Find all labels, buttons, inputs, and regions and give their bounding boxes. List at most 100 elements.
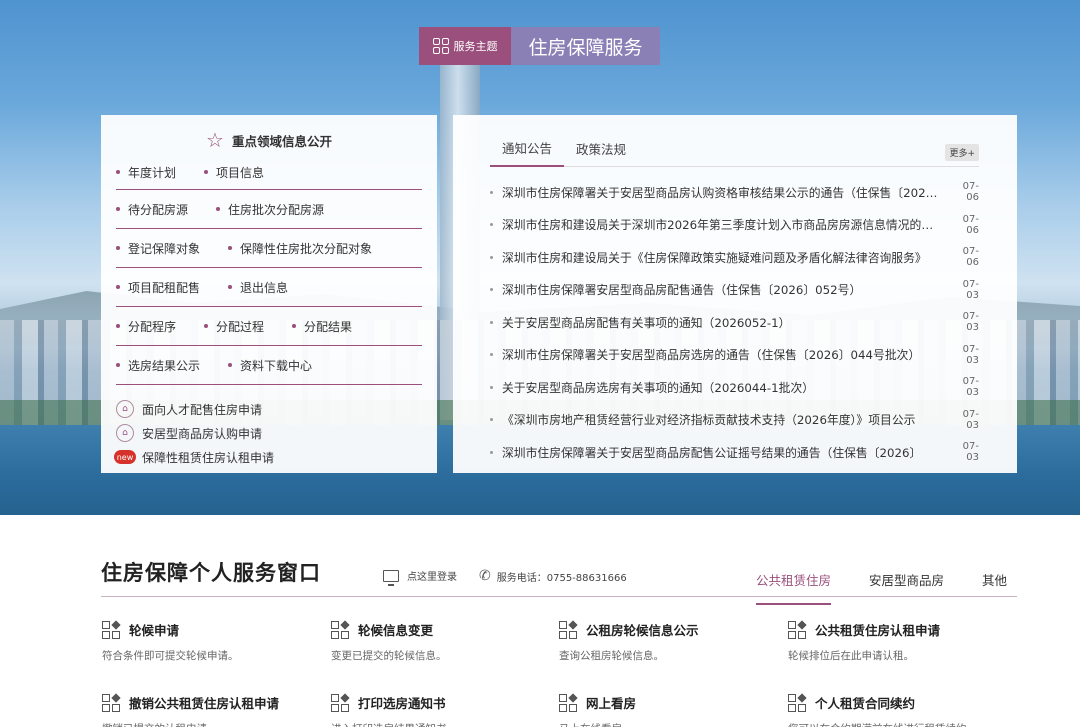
login-text: 点这里登录: [407, 572, 457, 583]
service-item-title: 撤销公共租赁住房认租申请: [129, 696, 280, 711]
grid-icon: [432, 38, 449, 54]
notice-date: 07-06: [962, 213, 979, 236]
service-item-heading: 打印选房通知书: [331, 692, 531, 712]
service-item[interactable]: 个人租赁合同续约您可以在合约期满前在线进行租赁续约。: [788, 692, 988, 727]
service-item-desc: 撤销已提交的认租申请。: [102, 721, 302, 727]
apps-icon: [102, 692, 121, 712]
service-item-desc: 马上在线看房。: [559, 721, 759, 727]
notice-tabs: 通知公告 政策法规 更多+: [490, 115, 979, 167]
service-item-heading: 个人租赁合同续约: [788, 692, 988, 712]
key-info-link-text: 住房批次分配房源: [228, 202, 325, 217]
tab-notices[interactable]: 通知公告: [490, 138, 565, 167]
notice-title: 《深圳市房地产租赁经营行业对经济指标贡献技术支持（2026年度）》项目公示: [502, 413, 916, 428]
notice-item[interactable]: 关于安居型商品房选房有关事项的通知（2026044-1批次） 07-03: [490, 371, 979, 404]
notice-title: 深圳市住房和建设局关于深圳市2026年第三季度计划入市商品房房源信息情况的公示: [502, 218, 945, 233]
notice-item[interactable]: 《深圳市房地产租赁经营行业对经济指标贡献技术支持（2026年度）》项目公示 07-…: [490, 404, 979, 437]
key-info-link-text: 选房结果公示: [128, 358, 201, 373]
key-info-link-text: 分配程序: [128, 319, 177, 334]
bullet-icon: [204, 170, 209, 174]
service-item[interactable]: 公租房轮候信息公示 查询公租房轮候信息。: [559, 619, 759, 663]
monitor-icon: [383, 569, 399, 586]
notice-item[interactable]: 深圳市住房和建设局关于深圳市2026年第三季度计划入市商品房房源信息情况的公示 0…: [490, 209, 979, 242]
service-item[interactable]: 网上看房马上在线看房。: [559, 692, 759, 727]
notice-date: 07-03: [962, 376, 979, 399]
key-info-link-text: 分配过程: [216, 319, 265, 334]
key-info-link[interactable]: 退出信息: [228, 279, 288, 296]
key-info-row: 选房结果公示 资料下载中心: [116, 346, 422, 385]
service-item-title: 个人租赁合同续约: [815, 696, 916, 711]
notice-title: 深圳市住房保障署安居型商品房配售通告（住保售〔2026〕052号）: [502, 283, 862, 298]
service-item-heading: 公租房轮候信息公示: [559, 619, 759, 639]
key-info-link[interactable]: 项目配租配售: [116, 279, 200, 296]
bullet-icon: [228, 285, 233, 289]
key-info-title: ☆ 重点领域信息公开: [116, 129, 422, 151]
service-item[interactable]: 轮候信息变更 变更已提交的轮候信息。: [331, 619, 531, 663]
key-info-link-text: 保障性住房批次分配对象: [240, 241, 373, 256]
key-info-link-text: 登记保障对象: [128, 241, 201, 256]
more-button[interactable]: 更多+: [945, 144, 979, 161]
service-item[interactable]: 打印选房通知书进入打印选房结果通知书。: [331, 692, 531, 727]
key-info-link[interactable]: 分配结果: [292, 318, 352, 335]
key-info-link[interactable]: 分配程序: [116, 318, 176, 335]
key-info-link[interactable]: 项目信息: [204, 164, 264, 181]
bullet-icon: [116, 363, 120, 367]
key-info-link-text: 资料下载中心: [240, 358, 313, 373]
service-header: 住房保障个人服务窗口 点这里登录 ✆ 服务电话：0755-88631666 公共…: [101, 553, 1017, 605]
notice-item[interactable]: 深圳市住房和建设局关于《住房保障政策实施疑难问题及矛盾化解法律咨询服务》 07-0…: [490, 241, 979, 274]
bullet-icon: [228, 246, 233, 250]
apps-icon: [331, 619, 350, 639]
bullet-icon: [490, 450, 493, 454]
service-phone: ✆ 服务电话：0755-88631666: [479, 568, 627, 584]
service-item-heading: 轮候信息变更: [331, 619, 531, 639]
service-item[interactable]: 轮候申请符合条件即可提交轮候申请。: [102, 619, 302, 663]
service-item[interactable]: 公共租赁住房认租申请 轮候排位后在此申请认租。: [788, 619, 988, 663]
notice-item[interactable]: 关于安居型商品房配售有关事项的通知（2026052-1） 07-03: [490, 306, 979, 339]
notice-item[interactable]: 深圳市住房保障署关于安居型商品房选房的通告（住保售〔2026〕044号批次） 07…: [490, 339, 979, 372]
key-info-link[interactable]: 住房批次分配房源: [216, 201, 324, 218]
service-item-desc: 符合条件即可提交轮候申请。: [102, 650, 239, 662]
service-item-heading: 公共租赁住房认租申请: [788, 619, 988, 639]
key-info-link[interactable]: 选房结果公示: [116, 357, 200, 374]
apply-link[interactable]: new 保障性租赁住房认租申请: [114, 445, 422, 469]
tab-other[interactable]: 其他: [982, 570, 1007, 605]
key-info-link[interactable]: 年度计划: [116, 164, 176, 181]
key-info-link[interactable]: 保障性住房批次分配对象: [228, 240, 372, 257]
bullet-icon: [116, 285, 120, 289]
house-circle-icon: ⌂: [116, 400, 134, 418]
key-info-link[interactable]: 待分配房源: [116, 201, 188, 218]
notice-title: 深圳市住房保障署关于安居型商品房配售公证摇号结果的通告（住保售〔2026〕: [502, 445, 922, 460]
notice-date: 07-03: [962, 311, 979, 334]
apply-link[interactable]: ⌂ 安居型商品房认购申请: [116, 421, 422, 445]
key-info-link[interactable]: 登记保障对象: [116, 240, 200, 257]
theme-title: 住房保障服务: [511, 27, 660, 65]
tab-policies[interactable]: 政策法规: [564, 139, 638, 166]
star-icon: ☆: [206, 128, 224, 152]
tab-public-rental[interactable]: 公共租赁住房: [755, 570, 831, 605]
key-info-link-text: 退出信息: [240, 280, 289, 295]
tab-affordable-housing[interactable]: 安居型商品房: [869, 570, 944, 605]
bullet-icon: [490, 385, 493, 389]
service-item[interactable]: 撤销公共租赁住房认租申请撤销已提交的认租申请。: [102, 692, 302, 727]
key-info-link[interactable]: 资料下载中心: [228, 357, 312, 374]
notice-title: 深圳市住房保障署关于安居型商品房认购资格审核结果公示的通告（住保售〔2026〕: [502, 185, 945, 200]
notice-item[interactable]: 深圳市住房保障署关于安居型商品房配售公证摇号结果的通告（住保售〔2026〕 07-…: [490, 436, 979, 469]
bullet-icon: [292, 324, 297, 328]
apps-icon: [102, 619, 121, 639]
notice-item[interactable]: 深圳市住房保障署安居型商品房配售通告（住保售〔2026〕052号） 07-03: [490, 274, 979, 307]
notice-item[interactable]: 深圳市住房保障署关于安居型商品房认购资格审核结果公示的通告（住保售〔2026〕 0…: [490, 176, 979, 209]
service-item-title: 轮候信息变更: [358, 623, 434, 638]
notice-title: 深圳市住房保障署关于安居型商品房选房的通告（住保售〔2026〕044号批次）: [502, 348, 921, 363]
bullet-icon: [116, 207, 120, 211]
bullet-icon: [116, 246, 120, 250]
service-item-title: 打印选房通知书: [358, 696, 446, 711]
key-info-title-text: 重点领域信息公开: [231, 133, 332, 149]
service-item-title: 公租房轮候信息公示: [586, 623, 699, 638]
service-item-heading: 轮候申请: [102, 619, 302, 639]
bullet-icon: [490, 223, 493, 227]
apply-link[interactable]: ⌂ 面向人才配售住房申请: [116, 397, 422, 421]
key-info-link[interactable]: 分配过程: [204, 318, 264, 335]
login-link[interactable]: 点这里登录: [383, 568, 457, 586]
notice-date: 07-03: [962, 408, 979, 431]
service-item-title: 公共租赁住房认租申请: [815, 623, 941, 638]
bullet-icon: [490, 353, 493, 357]
